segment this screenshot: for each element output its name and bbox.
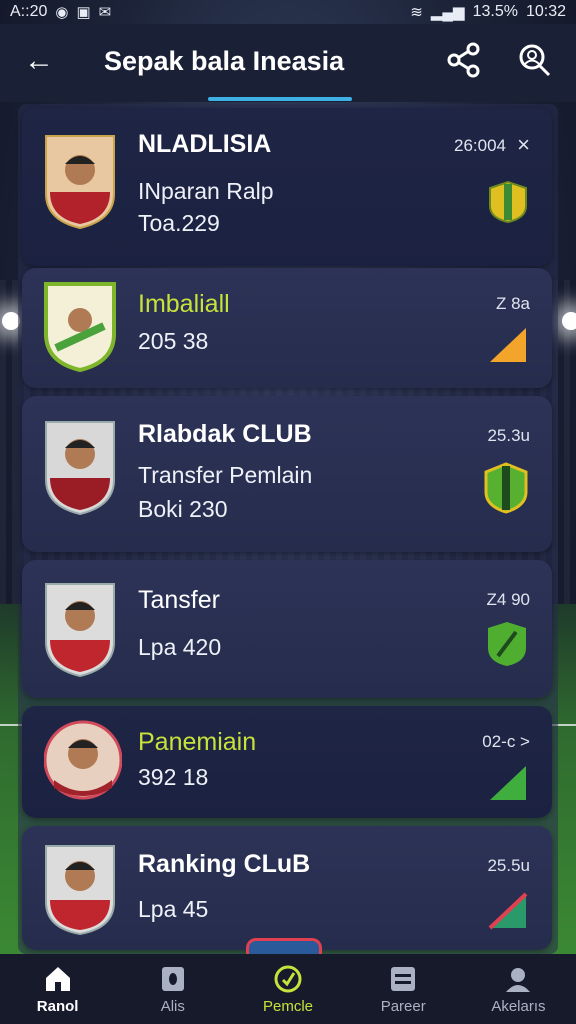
- card-subtitle: 392 18: [138, 764, 209, 790]
- card-subtitle: 205 38: [138, 328, 209, 354]
- message-icon: ✉: [98, 4, 112, 21]
- shield-badge-icon: [484, 462, 528, 514]
- notification-icon: ◉: [55, 4, 69, 21]
- home-icon: [45, 966, 70, 991]
- club-name: Imbaliall: [138, 290, 230, 318]
- app-icon: ▣: [76, 4, 91, 21]
- check-circle-icon: [274, 965, 302, 992]
- wifi-icon: ≋: [410, 4, 423, 21]
- shield-badge-icon: [489, 180, 527, 224]
- battery-level: 13.5%: [472, 3, 518, 20]
- user-icon: [506, 967, 531, 992]
- badge-icon: [161, 966, 184, 991]
- bottom-navigation: Ranol Alis Pemcle Pareer Akelarıs: [0, 954, 576, 1024]
- signal-icon: ▂▄▆: [430, 4, 465, 21]
- nav-label: Pareer: [380, 997, 426, 1015]
- card-subtitle: Lpa 420: [138, 634, 222, 660]
- club-name: NLADLISIA: [138, 130, 272, 158]
- nav-label: Akelarıs: [491, 997, 546, 1015]
- shield-badge-icon: [488, 622, 526, 666]
- club-list: NLADLISIA INparan Ralp Toa.229 26:004 × …: [18, 104, 558, 954]
- list-item[interactable]: Imbaliall 205 38 Z 8a: [22, 268, 552, 388]
- search-icon[interactable]: [516, 42, 552, 78]
- card-meta: 25.5u: [487, 856, 530, 875]
- card-meta: Z 8a: [495, 294, 530, 313]
- card-subtitle: Lpa 45: [138, 896, 209, 922]
- app-header: ← Sepak bala Ineasia: [0, 24, 576, 102]
- nav-label: Pemcle: [262, 997, 314, 1015]
- player-avatar: [44, 844, 116, 936]
- card-meta[interactable]: 02-с >: [482, 732, 530, 752]
- club-crest-avatar: [44, 282, 116, 373]
- trend-triangle-icon: [488, 892, 528, 930]
- nav-item-alis[interactable]: Alis: [115, 954, 230, 1024]
- back-arrow-icon[interactable]: ←: [24, 44, 54, 78]
- list-item[interactable]: Panemiain 392 18 02-с >: [22, 706, 552, 818]
- stadium-light-right: [562, 312, 576, 330]
- list-item[interactable]: Ranking CLuB Lpa 45 25.5u: [22, 826, 552, 950]
- clock: 10:32: [525, 3, 566, 20]
- club-name: Rlabdak CLUB: [138, 420, 312, 448]
- close-icon[interactable]: ×: [517, 132, 530, 158]
- trend-triangle-icon: [490, 766, 526, 800]
- trend-triangle-icon: [490, 328, 526, 362]
- card-subtitle: Transfer Pemlain: [138, 462, 313, 488]
- page-title: Sepak bala Ineasia: [104, 46, 345, 76]
- nav-label: Ranol: [36, 997, 79, 1015]
- club-name: Ranking CLuB: [138, 850, 311, 878]
- nav-label: Alis: [160, 997, 185, 1015]
- player-avatar: [44, 420, 116, 516]
- share-icon[interactable]: [446, 42, 482, 78]
- nav-item-pareer[interactable]: Pareer: [346, 954, 461, 1024]
- list-item[interactable]: Rlabdak CLUB Transfer Pemlain Boki 230 2…: [22, 396, 552, 552]
- nav-item-akelaris[interactable]: Akelarıs: [461, 954, 576, 1024]
- card-meta: 25.3u: [487, 426, 530, 445]
- card-meta: Z4 90: [486, 590, 530, 609]
- tab-indicator: [208, 97, 352, 101]
- list-item[interactable]: NLADLISIA INparan Ralp Toa.229 26:004 ×: [22, 108, 552, 266]
- player-avatar: [44, 134, 116, 230]
- card-detail: Toa.229: [138, 210, 220, 236]
- nav-item-pemcle[interactable]: Pemcle: [230, 954, 345, 1024]
- card-subtitle: INparan Ralp: [138, 178, 274, 204]
- status-time: A::20: [10, 3, 48, 20]
- club-name: Tansfer: [138, 586, 220, 614]
- club-name: Panemiain: [138, 728, 257, 756]
- status-bar: A::20 ◉ ▣ ✉ ≋ ▂▄▆ 13.5% 10:32: [0, 0, 576, 24]
- card-meta: 26:004: [454, 136, 506, 155]
- card-detail: Boki 230: [138, 496, 228, 522]
- nav-item-home[interactable]: Ranol: [0, 954, 115, 1024]
- player-avatar: [44, 582, 116, 678]
- player-avatar: [43, 718, 123, 802]
- list-item[interactable]: Tansfer Lpa 420 Z4 90: [22, 560, 552, 698]
- list-icon: [391, 966, 416, 991]
